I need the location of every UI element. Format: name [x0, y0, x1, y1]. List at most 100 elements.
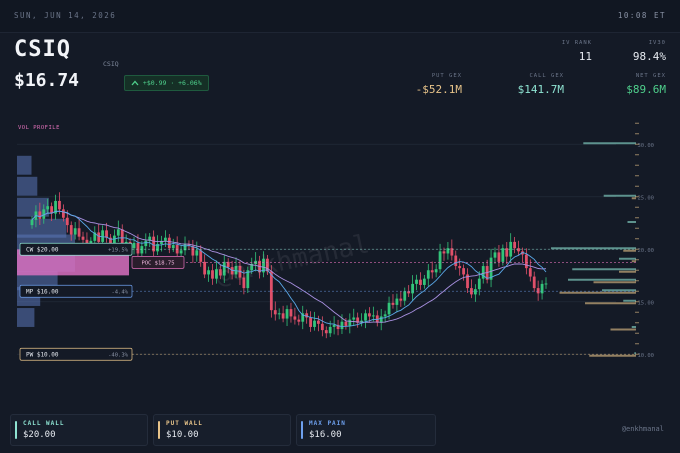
candle-body [285, 309, 289, 319]
candle-body [211, 270, 214, 279]
candle-body [144, 240, 148, 247]
candle-body [458, 266, 462, 269]
candle-body [540, 283, 544, 294]
candle-body [371, 315, 375, 317]
put-gex-bar [619, 270, 636, 273]
candle-body [191, 246, 195, 256]
iv-rank-value: 11 [578, 50, 592, 63]
call-gex-label: CALL GEX [529, 73, 564, 79]
call-gex-bar [572, 268, 636, 271]
iv30-label: IV30 [648, 40, 666, 46]
call-gex-bar [623, 299, 636, 302]
call-gex-stat: CALL GEX $141.7M [518, 73, 564, 96]
candle-body [517, 248, 520, 252]
net-gex-stat: NET GEX $89.6M [626, 73, 666, 96]
candle-body [167, 237, 171, 249]
put-gex-bar [610, 328, 636, 331]
candle-body [528, 268, 532, 277]
ticker-symbol: CSIQ [14, 37, 71, 62]
candle-body [411, 283, 414, 294]
call-gex-bar [603, 194, 636, 197]
candle-body [430, 270, 434, 273]
iv30-stat: IV30 98.4% [633, 40, 666, 63]
call-wall-value: $20.00 [23, 430, 56, 440]
candle-body [320, 323, 324, 331]
candle-body [58, 200, 61, 210]
call-gex-bar [568, 278, 636, 281]
call-gex-value: $141.7M [517, 83, 564, 96]
price-change-text: +$0.99 · +6.06% [142, 79, 202, 87]
candle-body [313, 320, 316, 327]
candle-body [544, 283, 548, 285]
put-wall-label: PUT WALL [166, 420, 203, 427]
candle-body [332, 324, 336, 327]
candle-body [73, 228, 77, 235]
candle-body [415, 279, 418, 284]
candle-body [120, 229, 124, 246]
credit-label: @enkhmanal [621, 425, 664, 433]
poc-label: POC $18.75 [141, 261, 174, 267]
candle-body [277, 313, 281, 315]
candle-body [399, 298, 403, 301]
key-level-pct: -40.3% [108, 353, 129, 359]
candle-body [207, 270, 210, 275]
max-pain-card: MAX PAIN $16.00 [296, 414, 436, 446]
candle-body [454, 255, 458, 267]
candle-body [434, 269, 438, 273]
candle-body [293, 316, 297, 320]
candle-body [462, 268, 466, 275]
put-wall-card: PUT WALL $10.00 [153, 414, 291, 446]
candle-body [364, 313, 367, 321]
put-gex-bar [623, 249, 636, 252]
candle-body [164, 237, 167, 241]
candle-body [195, 250, 199, 256]
candle-body [532, 276, 536, 289]
candle-body [524, 254, 528, 269]
candle-body [489, 257, 493, 280]
put-gex-bar [589, 354, 636, 357]
call-wall-card: CALL WALL $20.00 [10, 414, 148, 446]
candle-body [132, 242, 136, 249]
y-tick-label: 25.00 [637, 195, 654, 201]
candle-body [97, 232, 101, 242]
put-gex-value: -$52.1M [415, 83, 462, 96]
volume-profile-bar [17, 155, 32, 175]
candle-body [101, 230, 105, 242]
candle-body [38, 211, 42, 219]
candle-body [422, 278, 426, 285]
candle-body [387, 302, 391, 315]
candle-body [403, 291, 407, 301]
call-gex-bar [627, 221, 636, 223]
candle-body [136, 242, 140, 254]
candle-body [77, 228, 81, 237]
candle-body [81, 236, 85, 240]
candle-body [46, 206, 50, 210]
put-gex-bar [585, 302, 636, 305]
candle-body [30, 219, 34, 226]
price-chart: 30.00 25.00 20.00 15.00 10.00 VOL PROFILE CW $… [14, 118, 666, 393]
iv-rank-stat: IV RANK 11 [562, 40, 592, 63]
call-gex-bar [619, 257, 636, 260]
candle-body [281, 313, 285, 319]
candle-body [203, 261, 207, 275]
key-level-pct: -4.4% [111, 290, 128, 296]
candle-body [289, 309, 293, 317]
max-pain-value: $16.00 [309, 430, 342, 440]
volume-profile-bar [17, 176, 38, 196]
candle-body [383, 314, 387, 317]
candle-body [419, 279, 422, 285]
call-wall-label: CALL WALL [23, 420, 65, 427]
y-tick-label: 15.00 [637, 300, 654, 306]
candle-body [473, 289, 477, 295]
candle-body [199, 250, 203, 262]
candle-body [309, 317, 312, 327]
max-pain-label: MAX PAIN [309, 420, 346, 427]
call-gex-bar [602, 289, 636, 292]
candle-body [179, 250, 183, 254]
ticker-subtitle: CSIQ [103, 60, 119, 68]
put-gex-label: PUT GEX [431, 73, 462, 79]
candle-body [348, 319, 352, 326]
y-tick-label: 10.00 [637, 353, 654, 359]
key-level-name: MP $16.00 [26, 289, 59, 296]
put-gex-bar [593, 281, 636, 284]
